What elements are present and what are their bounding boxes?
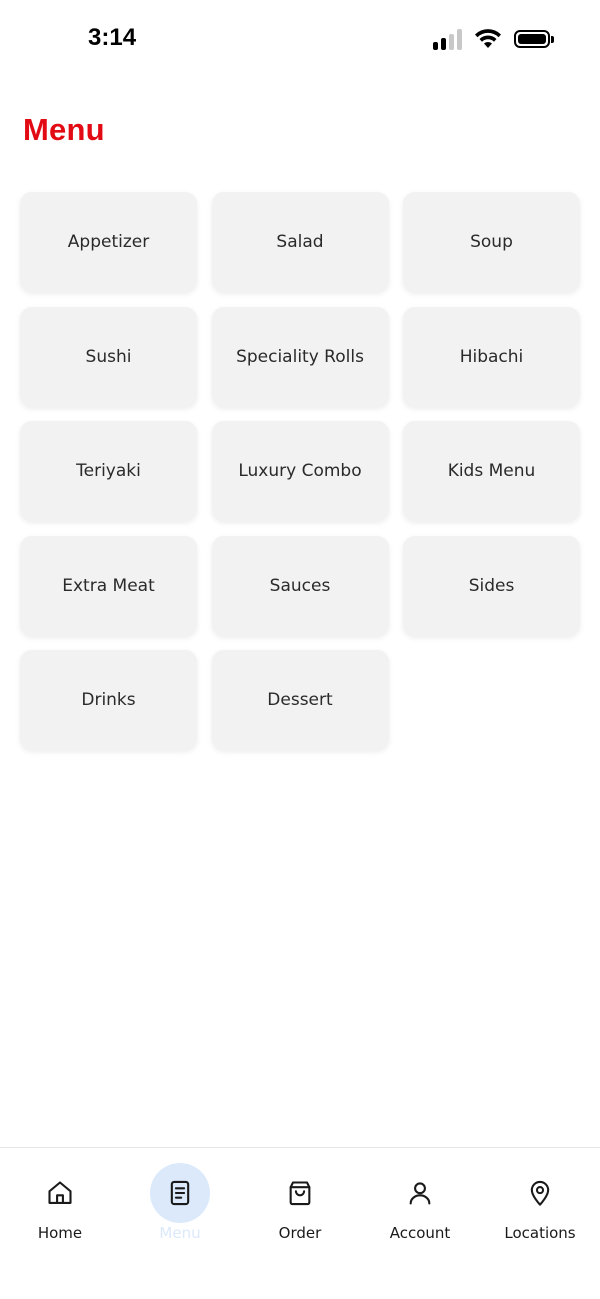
category-label: Appetizer (67, 232, 150, 252)
category-card-sides[interactable]: Sides (403, 535, 580, 636)
category-card-hibachi[interactable]: Hibachi (403, 306, 580, 407)
category-card-appetizer[interactable]: Appetizer (20, 192, 197, 292)
cellular-signal-icon (433, 28, 462, 50)
nav-label-order: Order (278, 1224, 322, 1242)
category-label: Sides (468, 575, 515, 596)
category-card-dessert[interactable]: Dessert (211, 650, 389, 750)
category-card-drinks[interactable]: Drinks (20, 650, 197, 750)
user-icon (390, 1163, 450, 1223)
nav-item-menu[interactable]: Menu (120, 1148, 240, 1258)
nav-label-account: Account (389, 1224, 451, 1242)
nav-label-menu: Menu (159, 1224, 201, 1242)
category-card-teriyaki[interactable]: Teriyaki (20, 421, 197, 521)
map-pin-icon (510, 1163, 570, 1223)
category-label: Extra Meat (62, 575, 155, 596)
wifi-icon (475, 29, 501, 48)
category-label: Speciality Rolls (236, 346, 364, 367)
nav-item-home[interactable]: Home (0, 1148, 120, 1258)
nav-item-order[interactable]: Order (240, 1148, 360, 1258)
nav-item-locations[interactable]: Locations (480, 1148, 600, 1258)
menu-document-icon (150, 1163, 210, 1223)
battery-icon (514, 30, 554, 48)
menu-screen: 3:14 Menu Appetizer Salad Soup Sushi Spe… (0, 0, 600, 1299)
category-card-soup[interactable]: Soup (403, 192, 580, 292)
category-label: Kids Menu (447, 461, 536, 481)
category-card-sauces[interactable]: Sauces (211, 535, 389, 636)
category-label: Sushi (85, 346, 132, 367)
category-card-luxury-combo[interactable]: Luxury Combo (211, 421, 389, 521)
category-label: Drinks (81, 690, 136, 710)
category-label: Dessert (267, 690, 333, 710)
page-title: Menu (23, 112, 105, 147)
menu-category-grid: Appetizer Salad Soup Sushi Speciality Ro… (20, 192, 580, 750)
category-card-salad[interactable]: Salad (211, 192, 389, 292)
category-label: Hibachi (459, 346, 524, 367)
home-icon (30, 1163, 90, 1223)
category-card-sushi[interactable]: Sushi (20, 306, 197, 407)
nav-label-home: Home (37, 1224, 83, 1242)
shopping-bag-icon (270, 1163, 330, 1223)
category-card-extra-meat[interactable]: Extra Meat (20, 535, 197, 636)
status-bar: 3:14 (0, 0, 600, 82)
bottom-navigation: Home Menu Order Account Locations (0, 1147, 600, 1299)
category-label: Soup (470, 232, 513, 252)
status-icons (433, 28, 554, 50)
category-card-speciality-rolls[interactable]: Speciality Rolls (211, 306, 389, 407)
category-label: Sauces (269, 575, 331, 596)
category-label: Luxury Combo (238, 461, 362, 481)
category-label: Teriyaki (76, 461, 141, 481)
category-label: Salad (276, 232, 324, 252)
category-card-kids-menu[interactable]: Kids Menu (403, 421, 580, 521)
status-time: 3:14 (88, 24, 137, 51)
nav-label-locations: Locations (504, 1224, 576, 1242)
nav-item-account[interactable]: Account (360, 1148, 480, 1258)
